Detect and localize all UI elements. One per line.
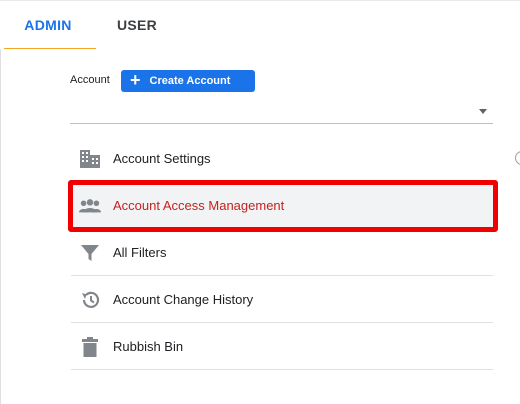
- menu-item-label: Account Settings: [113, 151, 211, 166]
- people-icon: [79, 195, 101, 217]
- admin-tab-bar: ADMIN USER: [0, 0, 520, 50]
- menu-item-account-change-history[interactable]: Account Change History: [71, 277, 493, 323]
- account-selector-dropdown[interactable]: [70, 99, 493, 124]
- plus-icon: +: [130, 70, 141, 90]
- menu-item-label: Rubbish Bin: [113, 339, 184, 354]
- trash-icon: [79, 336, 101, 358]
- menu-item-label: Account Access Management: [113, 198, 285, 213]
- menu-item-label: All Filters: [113, 245, 167, 260]
- menu-item-account-settings[interactable]: Account Settings: [71, 136, 493, 182]
- filter-icon: [79, 242, 101, 264]
- create-account-button[interactable]: + Create Account: [121, 70, 255, 92]
- history-icon: [79, 289, 101, 311]
- create-account-label: Create Account: [149, 75, 231, 87]
- menu-item-account-access-management[interactable]: Account Access Management: [71, 183, 493, 229]
- tab-user[interactable]: USER: [108, 1, 166, 49]
- menu-item-all-filters[interactable]: All Filters: [71, 230, 493, 276]
- tab-admin[interactable]: ADMIN: [0, 1, 96, 50]
- account-label: Account: [70, 74, 110, 86]
- building-icon: [79, 148, 101, 170]
- dropdown-caret-icon: [479, 109, 487, 114]
- menu-item-rubbish-bin[interactable]: Rubbish Bin: [71, 324, 493, 370]
- menu-item-label: Account Change History: [113, 292, 254, 307]
- panel-divider: [0, 49, 1, 404]
